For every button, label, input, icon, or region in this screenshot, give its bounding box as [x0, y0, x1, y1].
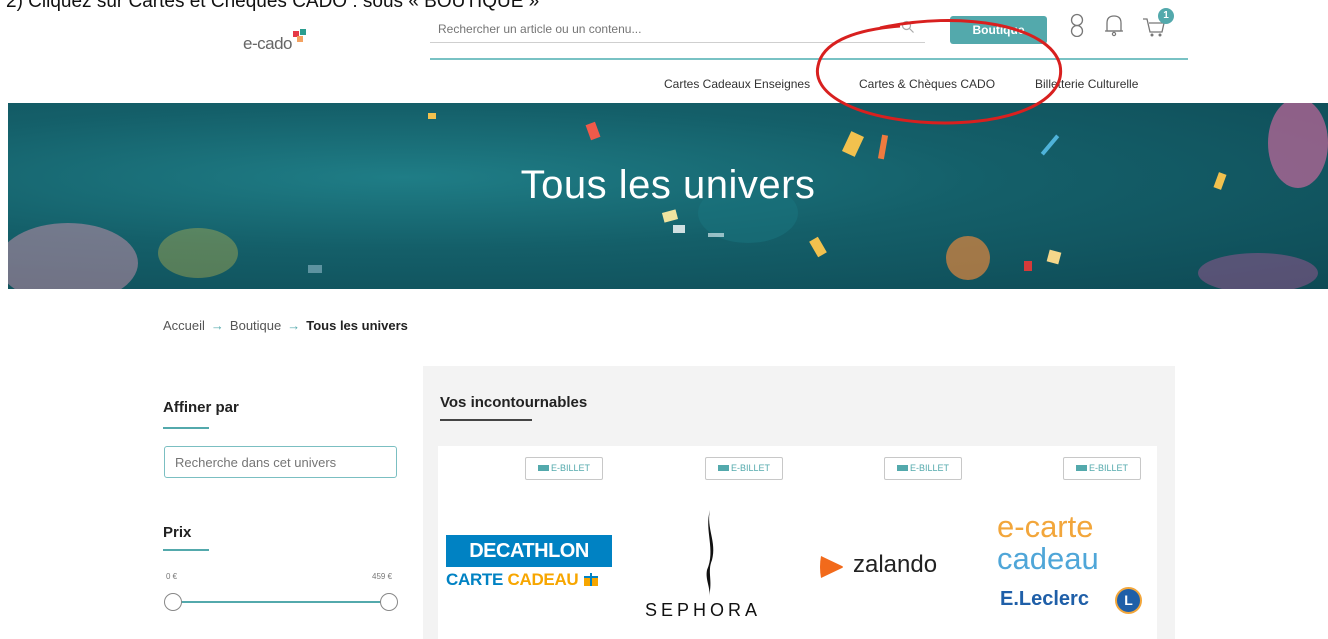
leclerc-logo-line1[interactable]: e-carte — [997, 511, 1093, 543]
nav-cartes-cheques-cado[interactable]: Cartes & Chèques CADO — [859, 77, 995, 91]
price-underline — [163, 549, 209, 551]
search-input[interactable] — [430, 17, 870, 41]
search-icon[interactable] — [901, 20, 915, 34]
instruction-text: 2) Cliquez sur Cartes et Chèques CADO : … — [6, 0, 540, 12]
section-underline — [440, 419, 532, 421]
decathlon-subtitle-part1: CARTE — [446, 570, 508, 589]
hero-banner: Tous les univers — [8, 103, 1328, 289]
badge-label: E-BILLET — [909, 463, 949, 473]
ecado-logo[interactable]: e-cado — [243, 29, 307, 54]
breadcrumb-arrow-icon: → — [210, 318, 224, 333]
price-min-label: 0 € — [166, 572, 178, 581]
sephora-card-logo[interactable]: SEPHORA — [645, 600, 761, 621]
ticket-icon — [896, 465, 908, 471]
badge-label: E-BILLET — [550, 463, 590, 473]
bell-icon[interactable] — [1103, 13, 1125, 37]
e-billet-badge: E-BILLET — [1063, 457, 1141, 480]
user-icon[interactable] — [1067, 13, 1087, 37]
breadcrumb-current: Tous les univers — [306, 318, 408, 333]
e-billet-badge: E-BILLET — [705, 457, 783, 480]
zalando-play-icon — [820, 556, 843, 578]
badge-label: E-BILLET — [1088, 463, 1128, 473]
logo-cubes-icon — [292, 29, 306, 42]
decathlon-subtitle: CARTE CADEAU — [446, 570, 612, 590]
ticket-icon — [537, 465, 549, 471]
refine-title: Affiner par — [163, 399, 239, 416]
price-max-label: 459 € — [372, 572, 393, 581]
logo-text: e-cado — [243, 34, 292, 53]
breadcrumb-boutique[interactable]: Boutique — [230, 318, 281, 333]
price-slider-min-handle[interactable] — [164, 593, 182, 611]
site-search — [430, 17, 925, 43]
nav-billetterie-culturelle[interactable]: Billetterie Culturelle — [1035, 77, 1138, 91]
zalando-card-logo[interactable]: zalando — [853, 551, 937, 579]
breadcrumb: Accueil → Boutique → Tous les univers — [163, 318, 408, 333]
section-title: Vos incontournables — [440, 394, 588, 411]
sephora-flame-icon — [706, 510, 714, 596]
leclerc-logo-line2[interactable]: cadeau — [997, 543, 1099, 575]
univers-search-input[interactable] — [164, 446, 397, 478]
decathlon-logo-text: DECATHLON — [446, 535, 612, 567]
ticket-icon — [1075, 465, 1087, 471]
leclerc-brand[interactable]: E.Leclerc — [1000, 588, 1089, 611]
header-divider — [430, 58, 1188, 60]
boutique-button[interactable]: Boutique — [950, 16, 1047, 44]
badge-label: E-BILLET — [730, 463, 770, 473]
decathlon-subtitle-part2: CADEAU — [507, 570, 579, 589]
breadcrumb-home[interactable]: Accueil — [163, 318, 205, 333]
nav-cartes-cadeaux-enseignes[interactable]: Cartes Cadeaux Enseignes — [664, 77, 810, 91]
gift-icon — [583, 573, 598, 586]
ticket-icon — [717, 465, 729, 471]
e-billet-badge: E-BILLET — [525, 457, 603, 480]
price-title: Prix — [163, 524, 192, 541]
e-billet-badge: E-BILLET — [884, 457, 962, 480]
decathlon-card-logo[interactable]: DECATHLON CARTE CADEAU — [446, 535, 612, 590]
hero-title: Tous les univers — [520, 163, 816, 207]
cart-count-badge: 1 — [1158, 8, 1174, 24]
price-slider-max-handle[interactable] — [380, 593, 398, 611]
breadcrumb-arrow-icon: → — [287, 318, 301, 333]
leclerc-badge-icon: L — [1115, 587, 1142, 614]
refine-underline — [163, 427, 209, 429]
price-slider-track[interactable] — [180, 601, 385, 603]
